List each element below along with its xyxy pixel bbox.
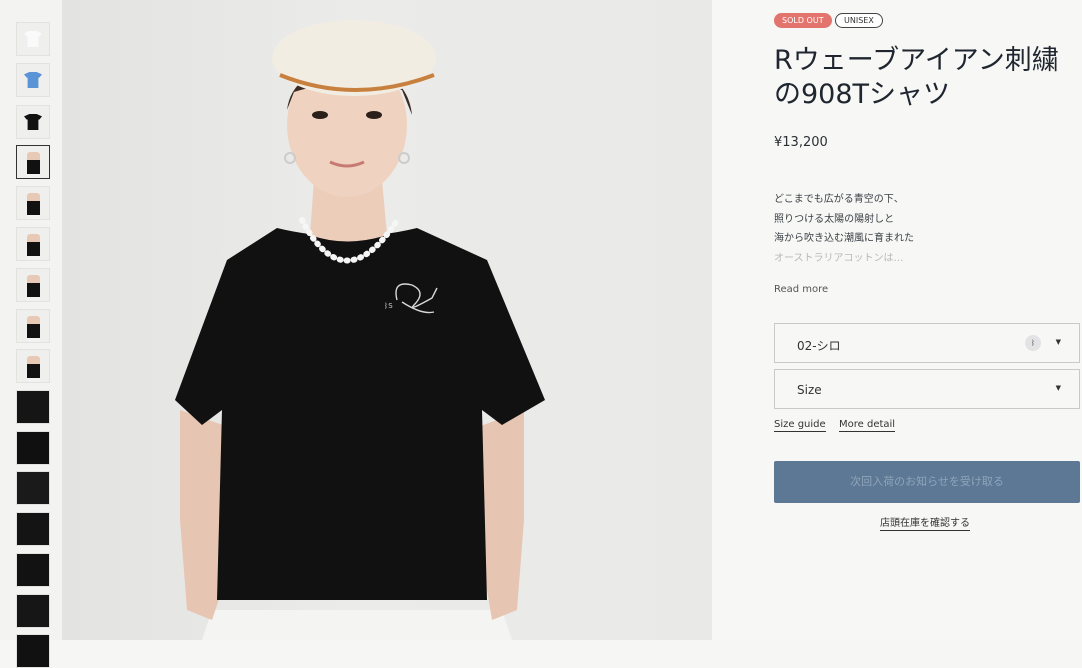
thumbnail-strip xyxy=(0,0,62,668)
svg-text:ᛒS: ᛒS xyxy=(384,302,393,310)
chevron-down-icon: ▼ xyxy=(1055,338,1061,346)
thumb-model-6[interactable] xyxy=(16,349,50,383)
thumb-image xyxy=(27,275,40,301)
thumb-image xyxy=(27,234,40,260)
thumb-image xyxy=(27,356,40,382)
thumb-model-3[interactable] xyxy=(16,227,50,261)
description-line: オーストラリアコットンは… xyxy=(774,252,904,264)
unisex-badge: UNISEX xyxy=(835,13,883,28)
thumb-image xyxy=(24,114,42,130)
logo-swatch-icon: ᛒ xyxy=(1025,335,1041,351)
thumb-detail-2[interactable] xyxy=(16,431,50,465)
thumb-image xyxy=(27,316,40,342)
description-line: 照りつける太陽の陽射しと xyxy=(774,213,895,225)
color-select-value: 02-シロ xyxy=(797,339,841,353)
thumb-detail-5[interactable] xyxy=(16,553,50,587)
product-price: ¥13,200 xyxy=(774,135,828,150)
thumb-image xyxy=(27,193,40,219)
product-title: Rウェーブアイアン刺繍の908Tシャツ xyxy=(774,45,1059,110)
thumb-model-2[interactable] xyxy=(16,186,50,220)
store-stock-link[interactable]: 店頭在庫を確認する xyxy=(880,514,970,531)
description-line: どこまでも広がる青空の下、 xyxy=(774,194,904,205)
thumb-model-4[interactable] xyxy=(16,268,50,302)
thumb-detail-6[interactable] xyxy=(16,594,50,628)
product-info-panel: SOLD OUT UNISEX Rウェーブアイアン刺繍の908Tシャツ ¥13,… xyxy=(712,0,1082,640)
thumb-detail-3[interactable] xyxy=(16,471,50,505)
thumb-detail-7[interactable] xyxy=(16,634,50,668)
size-select-value: Size xyxy=(797,383,822,397)
description-line: 海から吹き込む潮風に育まれた xyxy=(774,233,914,244)
thumb-image xyxy=(17,513,49,545)
color-select[interactable]: 02-シロ ᛒ ▼ xyxy=(774,323,1080,363)
thumb-white-tee[interactable] xyxy=(16,22,50,56)
read-more-link[interactable]: Read more xyxy=(774,284,828,295)
size-guide-link[interactable]: Size guide xyxy=(774,419,826,432)
thumb-model-5[interactable] xyxy=(16,309,50,343)
more-detail-link[interactable]: More detail xyxy=(839,419,896,432)
chevron-down-icon: ▼ xyxy=(1055,384,1061,392)
thumb-blue-tee[interactable] xyxy=(16,63,50,97)
model-photo: ᛒS xyxy=(175,20,545,640)
restock-notify-button[interactable]: 次回入荷のお知らせを受け取る xyxy=(774,461,1080,503)
thumb-detail-4[interactable] xyxy=(16,512,50,546)
thumb-black-tee[interactable] xyxy=(16,105,50,139)
sold-out-badge: SOLD OUT xyxy=(774,13,832,28)
product-description: どこまでも広がる青空の下、 照りつける太陽の陽射しと 海から吹き込む潮風に育まれ… xyxy=(774,190,1064,268)
thumb-model-front[interactable] xyxy=(16,145,50,179)
thumb-detail-1[interactable] xyxy=(16,390,50,424)
thumb-image xyxy=(17,432,49,464)
thumb-image xyxy=(24,31,42,47)
thumb-image xyxy=(27,152,40,178)
size-select[interactable]: Size ▼ xyxy=(774,369,1080,409)
thumb-image xyxy=(24,72,42,88)
thumb-image xyxy=(17,391,49,423)
product-main-image[interactable]: ᛒS xyxy=(62,0,712,640)
thumb-image xyxy=(17,554,49,586)
thumb-image xyxy=(17,472,49,504)
thumb-image xyxy=(17,595,49,627)
